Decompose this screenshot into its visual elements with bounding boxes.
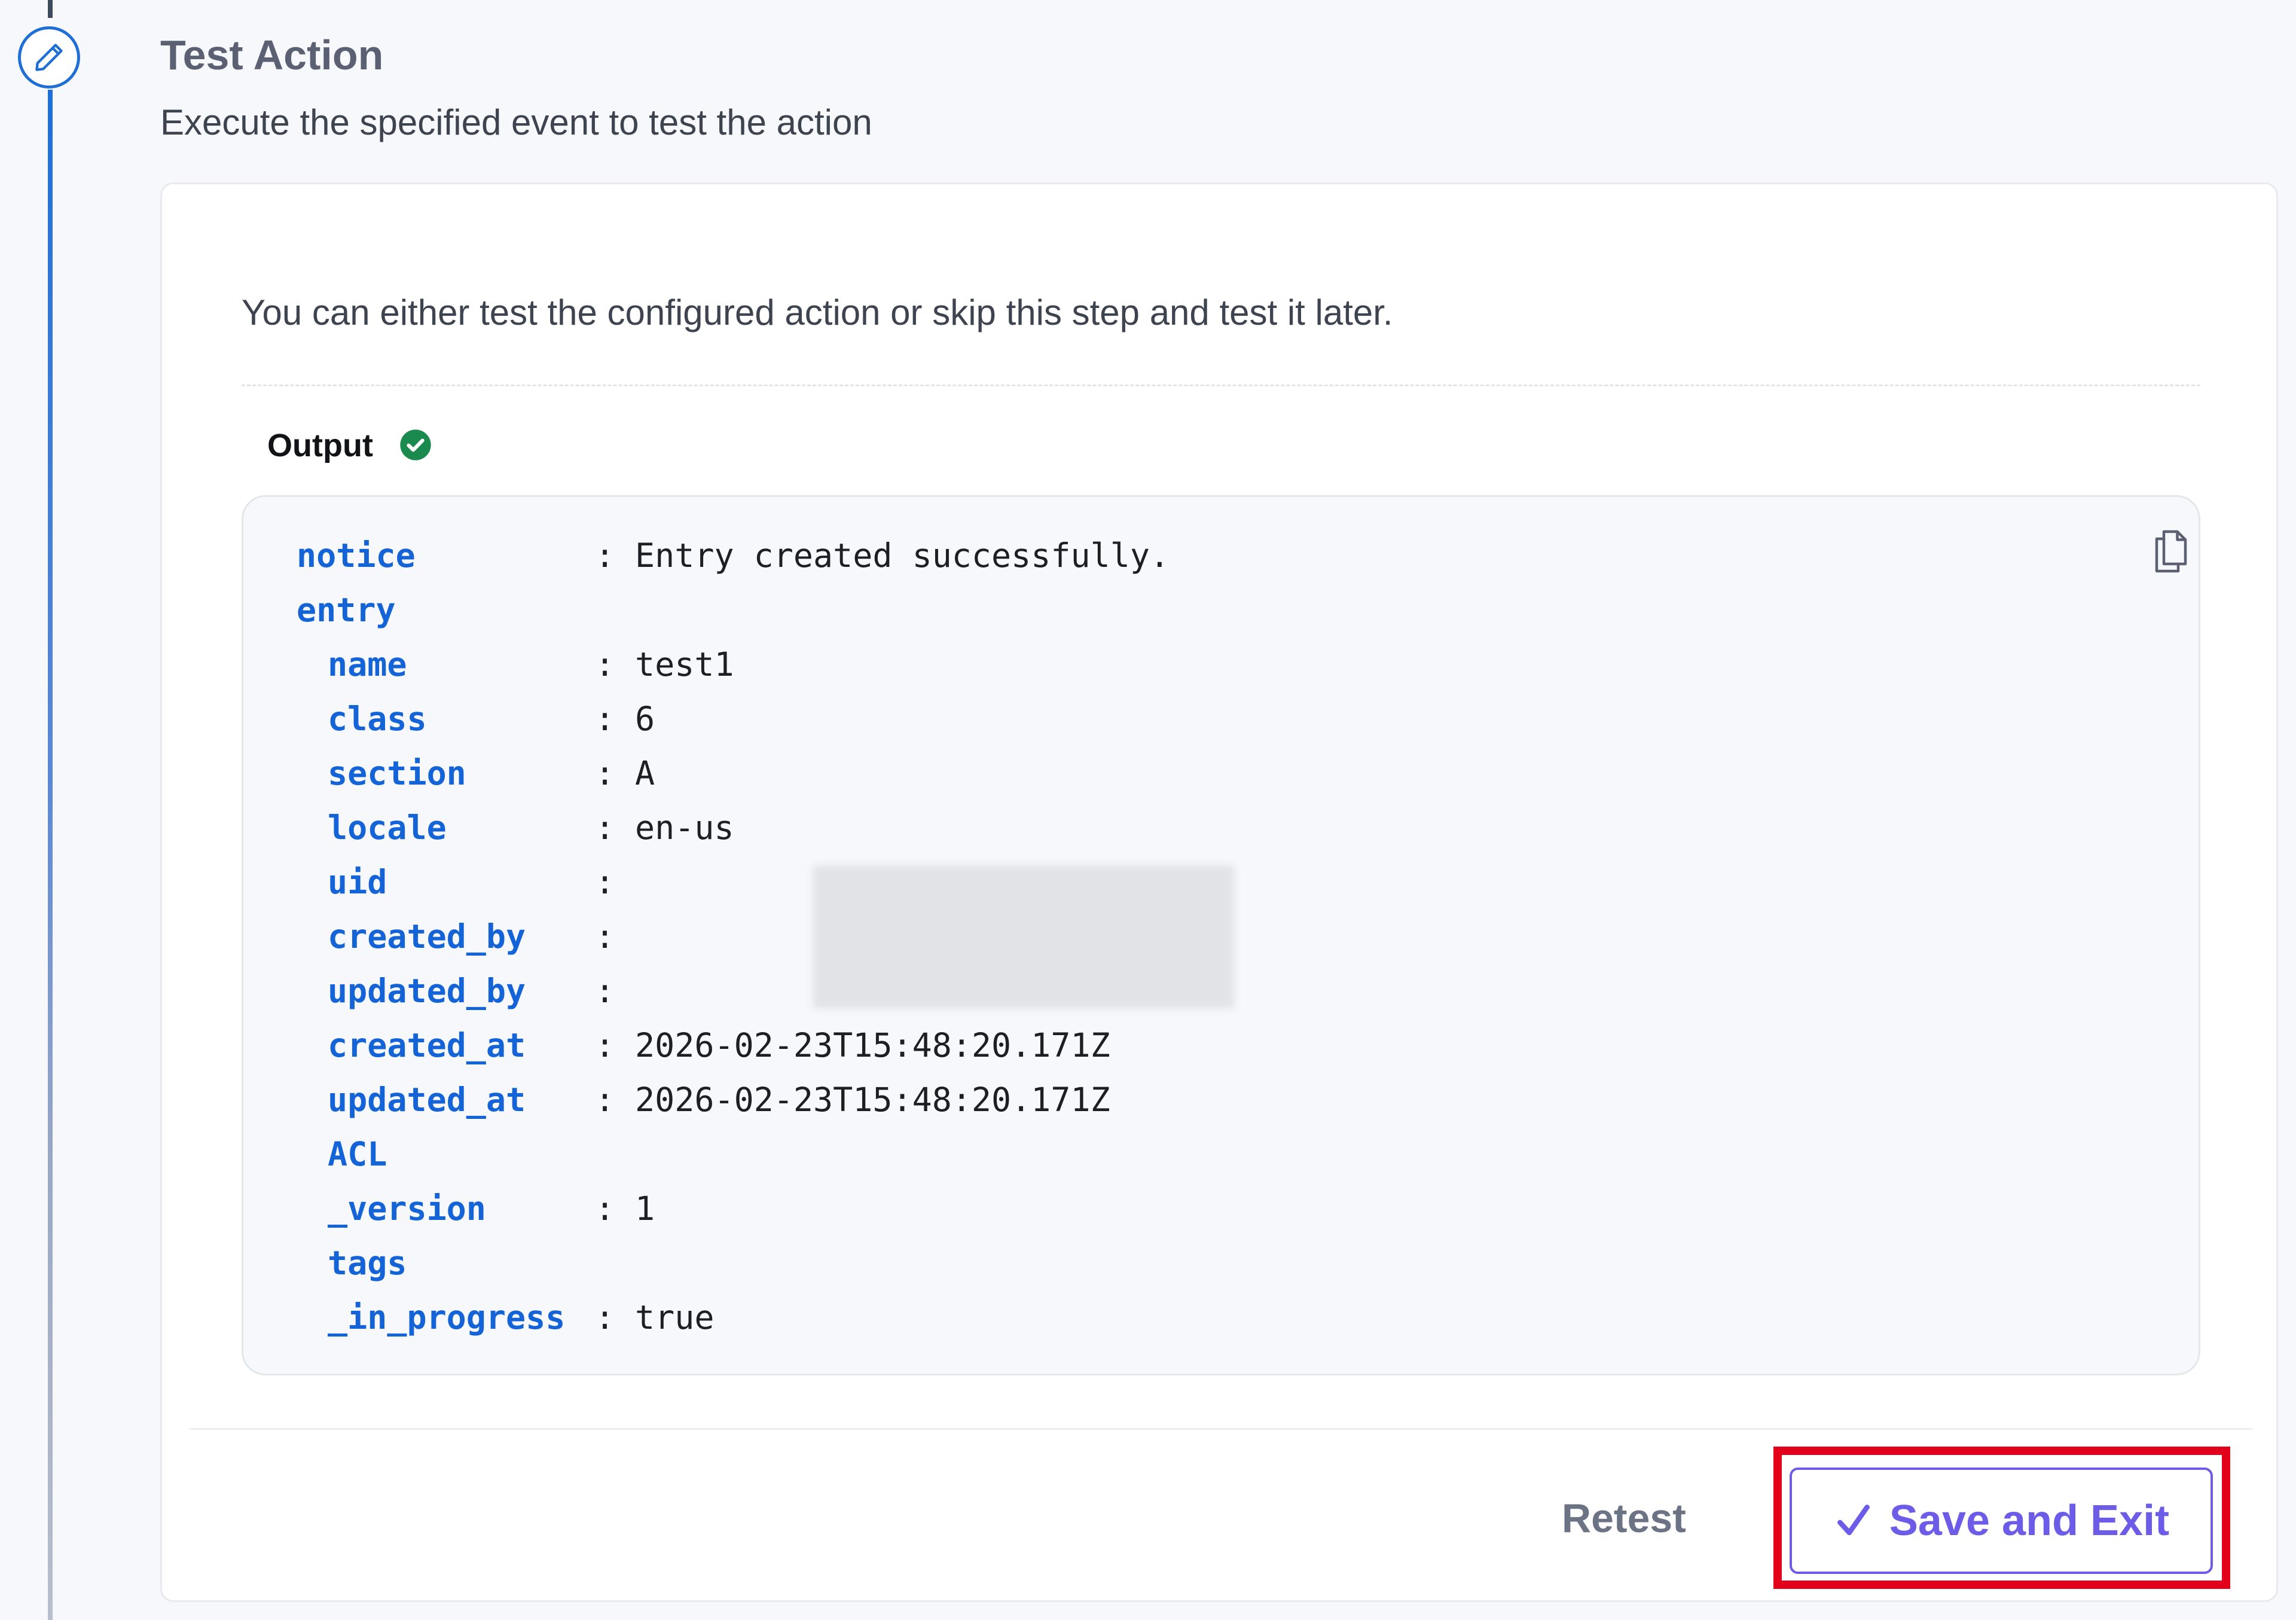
output-separator: : xyxy=(595,1298,615,1337)
footer-divider xyxy=(189,1428,2253,1430)
dashed-divider xyxy=(242,385,2200,386)
output-separator: : xyxy=(595,1026,615,1064)
copy-icon[interactable] xyxy=(2150,526,2193,577)
output-key: section xyxy=(328,754,466,792)
output-value: Entry created successfully. xyxy=(635,536,1170,575)
output-value: 1 xyxy=(635,1189,655,1228)
retest-button[interactable]: Retest xyxy=(1562,1488,1686,1548)
output-key: notice xyxy=(297,536,416,575)
output-value: test1 xyxy=(635,645,734,684)
output-separator: : xyxy=(595,809,615,847)
output-separator: : xyxy=(595,972,615,1010)
output-key: ACL xyxy=(328,1135,387,1173)
check-circle-icon xyxy=(400,429,431,460)
output-separator: : xyxy=(595,863,615,901)
output-key: updated_by xyxy=(328,972,526,1010)
timeline-rail-top xyxy=(48,0,53,18)
step-description: Execute the specified event to test the … xyxy=(160,102,872,142)
save-and-exit-button[interactable]: Save and Exit xyxy=(1790,1468,2213,1574)
output-separator: : xyxy=(595,700,615,738)
step-icon-circle xyxy=(18,26,80,89)
output-key: entry xyxy=(297,591,396,629)
output-key: updated_at xyxy=(328,1081,526,1119)
output-key: created_by xyxy=(328,917,526,956)
output-value: true xyxy=(635,1298,715,1337)
timeline-rail xyxy=(48,90,53,1620)
output-key: _version xyxy=(328,1189,486,1228)
output-value: en-us xyxy=(635,809,734,847)
output-value: A xyxy=(635,754,655,792)
output-key: class xyxy=(328,700,427,738)
step-title: Test Action xyxy=(160,32,384,78)
card-intro-text: You can either test the configured actio… xyxy=(242,292,1393,332)
output-value: 6 xyxy=(635,700,655,738)
pencil-icon xyxy=(35,44,63,71)
output-key: locale xyxy=(328,809,447,847)
checkmark-icon xyxy=(1837,1505,1870,1536)
output-key: _in_progress xyxy=(328,1298,566,1337)
output-key: tags xyxy=(328,1244,407,1282)
output-key: name xyxy=(328,645,407,684)
output-value: 2026-02-23T15:48:20.171Z xyxy=(635,1081,1110,1119)
output-separator: : xyxy=(595,645,615,684)
output-separator: : xyxy=(595,917,615,956)
output-separator: : xyxy=(595,754,615,792)
output-key: created_at xyxy=(328,1026,526,1064)
output-separator: : xyxy=(595,536,615,575)
output-key: uid xyxy=(328,863,387,901)
output-separator: : xyxy=(595,1081,615,1119)
output-value: 2026-02-23T15:48:20.171Z xyxy=(635,1026,1110,1064)
output-label: Output xyxy=(267,428,373,463)
save-and-exit-label: Save and Exit xyxy=(1889,1497,2170,1545)
redacted-values xyxy=(813,865,1234,1009)
output-separator: : xyxy=(595,1189,615,1228)
